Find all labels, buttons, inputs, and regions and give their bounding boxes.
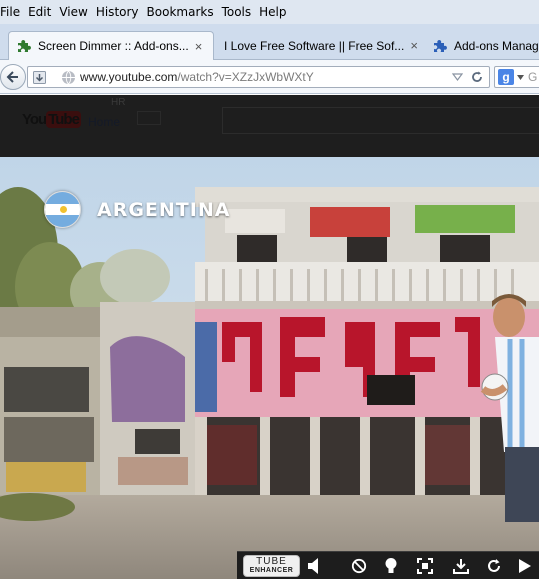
tab-label: I Love Free Software || Free Sof... [224, 38, 405, 53]
reload-icon[interactable] [470, 70, 484, 84]
globe-icon[interactable] [61, 70, 76, 85]
block-icon[interactable] [351, 557, 367, 575]
back-arrow-icon [6, 71, 18, 83]
badge-bottom: ENHANCER [249, 566, 294, 574]
menu-bar: File Edit View History Bookmarks Tools H… [0, 0, 539, 24]
back-button[interactable] [0, 64, 26, 90]
menu-tools[interactable]: Tools [218, 5, 256, 19]
tab-label: Screen Dimmer :: Add-ons... [38, 39, 189, 53]
volume-icon[interactable] [307, 557, 323, 575]
youtube-header: You Tube HR Home [0, 95, 539, 157]
menu-bookmarks[interactable]: Bookmarks [143, 5, 218, 19]
home-link[interactable]: Home [88, 115, 120, 129]
tab-ilovefreesoftware[interactable]: I Love Free Software || Free Sof... × [222, 31, 418, 60]
address-bar[interactable]: www.youtube.com/watch?v=XZzJxWbWXtY [27, 66, 490, 88]
youtube-search-input[interactable] [222, 107, 539, 134]
url-host: www.youtube.com [80, 70, 178, 84]
search-placeholder: G [528, 70, 538, 84]
lightbulb-icon[interactable] [383, 557, 399, 575]
logo-tube: Tube [46, 111, 81, 128]
url-path: /watch?v=XZzJxWbWXtY [177, 70, 314, 84]
video-player[interactable]: ARGENTINA [0, 157, 539, 579]
menu-help[interactable]: Help [255, 5, 290, 19]
tab-screen-dimmer[interactable]: Screen Dimmer :: Add-ons... × [8, 31, 214, 60]
tab-addons-manager[interactable]: Add-ons Manag [430, 31, 539, 60]
search-bar[interactable]: g G [494, 66, 539, 88]
menu-file[interactable]: File [0, 5, 24, 19]
guide-button[interactable] [137, 111, 161, 125]
video-frame [0, 157, 539, 579]
badge-top: TUBE [256, 555, 287, 567]
page-action-icon[interactable] [32, 70, 47, 85]
repeat-icon[interactable] [486, 557, 502, 575]
dropdown-arrow-icon[interactable] [452, 73, 463, 82]
tab-label: Add-ons Manag [454, 38, 539, 53]
tube-enhancer-bar: TUBE ENHANCER [237, 551, 539, 579]
country-label: ARGENTINA [97, 199, 231, 221]
tube-enhancer-logo[interactable]: TUBE ENHANCER [243, 554, 300, 577]
navigation-bar: www.youtube.com/watch?v=XZzJxWbWXtY g G [0, 60, 539, 94]
download-icon[interactable] [453, 557, 469, 575]
country-code: HR [111, 97, 126, 108]
close-icon[interactable]: × [410, 38, 418, 53]
fullscreen-icon[interactable] [417, 557, 433, 575]
puzzle-icon [18, 40, 31, 52]
argentina-flag-icon [44, 191, 81, 228]
play-icon[interactable] [517, 557, 533, 575]
logo-you: You [22, 111, 47, 128]
menu-edit[interactable]: Edit [24, 5, 55, 19]
tab-strip: Screen Dimmer :: Add-ons... × I Love Fre… [0, 24, 539, 60]
close-icon[interactable]: × [195, 39, 203, 54]
menu-history[interactable]: History [92, 5, 143, 19]
youtube-logo[interactable]: You Tube [22, 111, 81, 128]
url-text: www.youtube.com/watch?v=XZzJxWbWXtY [80, 70, 314, 84]
google-icon: g [498, 69, 514, 85]
chevron-down-icon[interactable] [517, 74, 524, 80]
menu-view[interactable]: View [55, 5, 91, 19]
puzzle-icon [434, 39, 447, 52]
